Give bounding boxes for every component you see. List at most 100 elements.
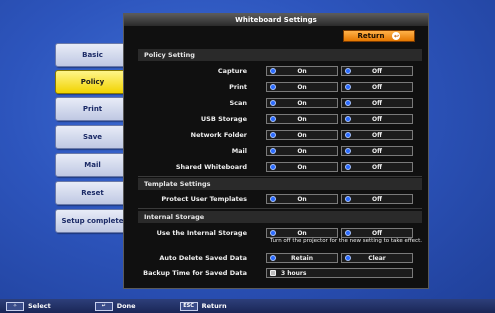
return-hint-label: Return	[201, 302, 227, 310]
radio-selected-icon	[270, 132, 276, 138]
divider	[138, 208, 422, 209]
select-hint-label: Select	[28, 302, 51, 310]
mail-on-option[interactable]: On	[266, 146, 338, 156]
radio-selected-icon	[270, 116, 276, 122]
settings-panel: Whiteboard Settings Return ↩ Policy Sett…	[123, 13, 429, 289]
return-hint: ESC Return	[179, 301, 227, 311]
internal-storage-off-option[interactable]: Off	[341, 228, 413, 238]
radio-selected-icon	[270, 68, 276, 74]
scan-label: Scan	[229, 99, 247, 107]
radio-icon	[345, 196, 351, 202]
protect-user-templates-label: Protect User Templates	[161, 195, 247, 203]
radio-icon	[345, 116, 351, 122]
policy-section-heading: Policy Setting	[138, 49, 422, 61]
option-label: On	[297, 67, 307, 75]
esc-key-icon: ESC	[179, 301, 198, 311]
menu-setup-complete-button[interactable]: Setup complete	[55, 209, 130, 233]
select-hint: ✧ Select	[6, 301, 51, 311]
capture-on-option[interactable]: On	[266, 66, 338, 76]
radio-selected-icon	[270, 164, 276, 170]
backup-time-label: Backup Time for Saved Data	[143, 269, 247, 277]
menu-print-button[interactable]: Print	[55, 97, 130, 121]
bottom-help-bar: ✧ Select ↵ Done ESC Return	[0, 299, 495, 313]
usb-storage-off-option[interactable]: Off	[341, 114, 413, 124]
shared-whiteboard-on-option[interactable]: On	[266, 162, 338, 172]
radio-selected-icon	[345, 230, 351, 236]
mail-label: Mail	[231, 147, 247, 155]
option-label: Clear	[368, 254, 386, 262]
menu-policy-button[interactable]: Policy	[55, 70, 130, 94]
capture-off-option[interactable]: Off	[341, 66, 413, 76]
panel-title: Whiteboard Settings	[124, 14, 428, 26]
option-label: On	[297, 147, 307, 155]
radio-icon	[345, 100, 351, 106]
network-folder-off-option[interactable]: Off	[341, 130, 413, 140]
option-label: Off	[372, 115, 382, 123]
option-label: Off	[372, 83, 382, 91]
menu-reset-button[interactable]: Reset	[55, 181, 130, 205]
option-label: On	[297, 83, 307, 91]
capture-label: Capture	[217, 67, 247, 75]
auto-delete-label: Auto Delete Saved Data	[159, 254, 247, 262]
use-internal-storage-label: Use the Internal Storage	[156, 229, 247, 237]
backup-time-select[interactable]: 3 hours	[266, 268, 413, 278]
radio-icon	[345, 148, 351, 154]
done-hint: ↵ Done	[94, 301, 136, 311]
menu-basic-button[interactable]: Basic	[55, 43, 130, 67]
enter-key-icon: ↵	[94, 301, 113, 311]
auto-delete-retain-option[interactable]: Retain	[266, 253, 338, 263]
auto-delete-clear-option[interactable]: Clear	[341, 253, 413, 263]
option-label: On	[297, 195, 307, 203]
radio-icon	[345, 84, 351, 90]
shared-whiteboard-off-option[interactable]: Off	[341, 162, 413, 172]
usb-storage-on-option[interactable]: On	[266, 114, 338, 124]
option-label: On	[297, 163, 307, 171]
template-section-heading: Template Settings	[138, 178, 422, 190]
radio-selected-icon	[270, 84, 276, 90]
radio-icon	[345, 164, 351, 170]
option-label: Retain	[291, 254, 313, 262]
option-label: Off	[372, 163, 382, 171]
divider	[138, 176, 422, 177]
return-label: Return	[357, 32, 385, 40]
option-label: On	[297, 115, 307, 123]
return-button[interactable]: Return ↩	[343, 30, 415, 42]
storage-section-heading: Internal Storage	[138, 211, 422, 223]
radio-selected-icon	[270, 100, 276, 106]
direction-pad-icon: ✧	[6, 301, 24, 311]
radio-icon	[345, 68, 351, 74]
dropdown-icon	[270, 270, 276, 276]
mail-off-option[interactable]: Off	[341, 146, 413, 156]
usb-storage-label: USB Storage	[200, 115, 247, 123]
done-hint-label: Done	[116, 302, 136, 310]
option-label: Off	[372, 147, 382, 155]
storage-note: Turn off the projector for the new setti…	[270, 238, 422, 244]
option-label: On	[297, 131, 307, 139]
radio-selected-icon	[345, 255, 351, 261]
backup-time-value: 3 hours	[281, 269, 307, 277]
scan-off-option[interactable]: Off	[341, 98, 413, 108]
menu-save-button[interactable]: Save	[55, 125, 130, 149]
radio-icon	[270, 230, 276, 236]
option-label: Off	[372, 229, 382, 237]
network-folder-label: Network Folder	[190, 131, 247, 139]
protect-templates-on-option[interactable]: On	[266, 194, 338, 204]
print-off-option[interactable]: Off	[341, 82, 413, 92]
shared-whiteboard-label: Shared Whiteboard	[175, 163, 247, 171]
radio-selected-icon	[270, 148, 276, 154]
print-label: Print	[229, 83, 247, 91]
network-folder-on-option[interactable]: On	[266, 130, 338, 140]
internal-storage-on-option[interactable]: On	[266, 228, 338, 238]
radio-selected-icon	[270, 196, 276, 202]
protect-templates-off-option[interactable]: Off	[341, 194, 413, 204]
option-label: Off	[372, 99, 382, 107]
scan-on-option[interactable]: On	[266, 98, 338, 108]
return-icon: ↩	[392, 32, 401, 40]
option-label: Off	[372, 195, 382, 203]
radio-icon	[345, 132, 351, 138]
print-on-option[interactable]: On	[266, 82, 338, 92]
menu-mail-button[interactable]: Mail	[55, 153, 130, 177]
option-label: Off	[372, 67, 382, 75]
option-label: Off	[372, 131, 382, 139]
radio-icon	[270, 255, 276, 261]
